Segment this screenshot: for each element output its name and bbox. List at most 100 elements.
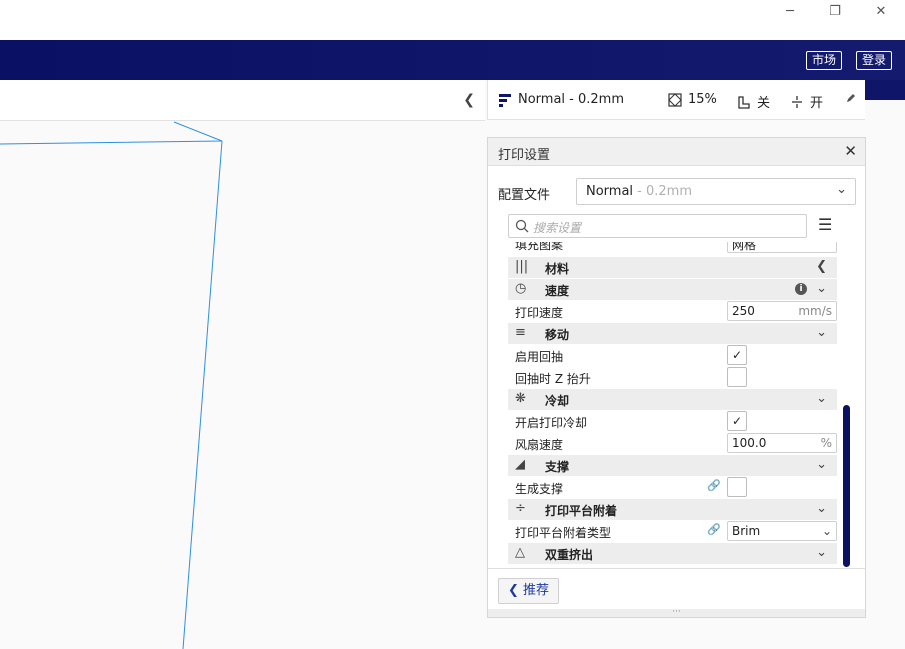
- fan-speed-input[interactable]: 100.0 %: [727, 433, 837, 453]
- chevron-down-icon: ⌄: [816, 545, 827, 560]
- setting-label: 生成支撑: [515, 482, 564, 496]
- fan-icon: ❋: [515, 391, 526, 406]
- category-label: 速度: [545, 284, 570, 298]
- search-icon: [515, 219, 529, 233]
- category-label: 双重挤出: [545, 548, 594, 562]
- retraction-checkbox[interactable]: ✓: [727, 345, 747, 365]
- print-speed-unit: mm/s: [798, 304, 832, 318]
- chevron-left-icon[interactable]: ❮: [463, 92, 475, 108]
- cooling-row: 开启打印冷却 ✓: [508, 411, 837, 432]
- profile-icon: [499, 93, 511, 107]
- generate-support-row: 生成支撑 🔗: [508, 477, 837, 498]
- login-button[interactable]: 登录: [856, 51, 893, 70]
- chevron-down-icon: ⌄: [816, 281, 827, 296]
- chevron-left-icon: ❮: [508, 583, 519, 598]
- header-extension: [865, 80, 905, 100]
- category-label: 支撑: [545, 460, 570, 474]
- print-settings-panel: 打印设置 ✕ 配置文件 Normal - 0.2mm ⌄ 搜索设置 ☰ 填充图案…: [487, 137, 866, 618]
- app-header: 市场 登录: [0, 40, 905, 80]
- pencil-icon[interactable]: [845, 92, 857, 104]
- adhesion-type-row: 打印平台附着类型 🔗 Brim ⌄: [508, 521, 837, 542]
- infill-summary: 15%: [688, 92, 717, 107]
- profile-label: 配置文件: [498, 188, 551, 203]
- support-summary: 关: [757, 96, 771, 111]
- adhesion-type-select[interactable]: Brim ⌄: [727, 521, 837, 541]
- marketplace-button[interactable]: 市场: [806, 51, 843, 70]
- link-icon: 🔗: [707, 479, 721, 492]
- category-label: 材料: [545, 262, 570, 276]
- profile-name: Normal: [586, 184, 634, 199]
- material-icon: |||: [515, 259, 529, 274]
- category-cooling[interactable]: ❋ 冷却 ⌄: [508, 389, 837, 410]
- setting-label: 启用回抽: [515, 350, 564, 364]
- stage-toolbar: ❮: [0, 80, 485, 121]
- recommended-label: 推荐: [523, 583, 550, 598]
- setting-label: 风扇速度: [515, 438, 564, 452]
- adhesion-summary: 开: [810, 96, 824, 111]
- category-label: 移动: [545, 328, 570, 342]
- infill-icon: [668, 92, 682, 107]
- setting-label: 回抽时 Z 抬升: [515, 372, 591, 386]
- retraction-row: 启用回抽 ✓: [508, 345, 837, 366]
- fan-speed-value: 100.0: [732, 436, 767, 450]
- setting-label: 填充图案: [515, 242, 564, 252]
- profile-summary: Normal - 0.2mm: [518, 92, 624, 107]
- category-travel[interactable]: ≡ 移动 ⌄: [508, 323, 837, 344]
- chevron-down-icon: ⌄: [816, 501, 827, 516]
- fan-speed-unit: %: [820, 436, 832, 450]
- profile-suffix: - 0.2mm: [633, 184, 693, 199]
- chevron-down-icon: ⌄: [821, 524, 832, 538]
- z-hop-row: 回抽时 Z 抬升: [508, 367, 837, 388]
- minimize-button[interactable]: ─: [767, 0, 813, 22]
- close-window-button[interactable]: ✕: [858, 0, 904, 22]
- support-icon: [738, 95, 750, 109]
- fan-speed-row: 风扇速度 100.0 %: [508, 433, 837, 454]
- link-icon: 🔗: [707, 523, 721, 536]
- category-dual-extrusion[interactable]: △ 双重挤出 ⌄: [508, 543, 837, 564]
- chevron-down-icon: ⌄: [836, 182, 847, 197]
- category-label: 打印平台附着: [545, 504, 618, 518]
- print-setup-bar[interactable]: Normal - 0.2mm 15% 关 开: [487, 80, 865, 120]
- panel-resize-handle[interactable]: ···: [488, 608, 865, 617]
- close-icon[interactable]: ✕: [844, 142, 857, 160]
- setting-label: 打印平台附着类型: [515, 526, 612, 540]
- chevron-down-icon: ⌄: [816, 325, 827, 340]
- settings-scrollbar[interactable]: [843, 405, 850, 567]
- generate-support-checkbox[interactable]: [727, 477, 747, 497]
- infill-pattern-value: 网格: [732, 242, 757, 252]
- infill-pattern-select[interactable]: 网格: [727, 242, 837, 253]
- chevron-left-icon: ❮: [816, 259, 827, 274]
- category-speed[interactable]: ◷ 速度 i ⌄: [508, 279, 837, 300]
- category-support[interactable]: ◢ 支撑 ⌄: [508, 455, 837, 476]
- settings-menu-icon[interactable]: ☰: [818, 217, 832, 233]
- search-placeholder: 搜索设置: [533, 221, 582, 235]
- window-titlebar: ─ ❐ ✕: [0, 0, 905, 40]
- adhesion-icon: [792, 95, 802, 108]
- recommended-button[interactable]: ❮ 推荐: [498, 578, 559, 604]
- travel-icon: ≡: [515, 325, 526, 340]
- dual-extrusion-icon: △: [515, 545, 525, 560]
- maximize-button[interactable]: ❐: [812, 0, 858, 22]
- setting-label: 开启打印冷却: [515, 416, 588, 430]
- adhesion-type-value: Brim: [732, 524, 761, 538]
- chevron-down-icon: ⌄: [816, 391, 827, 406]
- support-icon: ◢: [515, 457, 525, 472]
- info-icon[interactable]: i: [795, 283, 807, 295]
- cooling-checkbox[interactable]: ✓: [727, 411, 747, 431]
- category-label: 冷却: [545, 394, 570, 408]
- adhesion-icon: ÷: [515, 501, 526, 516]
- settings-search-input[interactable]: 搜索设置: [508, 214, 807, 238]
- profile-dropdown[interactable]: Normal - 0.2mm ⌄: [576, 178, 856, 205]
- speed-icon: ◷: [515, 281, 527, 296]
- panel-title: 打印设置: [498, 148, 551, 163]
- infill-pattern-row: 填充图案 网格: [508, 242, 837, 254]
- settings-list[interactable]: 填充图案 网格 ||| 材料 ❮ ◷ 速度 i ⌄ 打印速度 250 mm/s …: [508, 242, 837, 568]
- print-speed-row: 打印速度 250 mm/s: [508, 301, 837, 322]
- z-hop-checkbox[interactable]: [727, 367, 747, 387]
- chevron-down-icon: ⌄: [816, 457, 827, 472]
- print-speed-value: 250: [732, 304, 755, 318]
- print-speed-input[interactable]: 250 mm/s: [727, 301, 837, 321]
- category-material[interactable]: ||| 材料 ❮: [508, 257, 837, 278]
- panel-header: 打印设置 ✕: [488, 138, 865, 166]
- category-adhesion[interactable]: ÷ 打印平台附着 ⌄: [508, 499, 837, 520]
